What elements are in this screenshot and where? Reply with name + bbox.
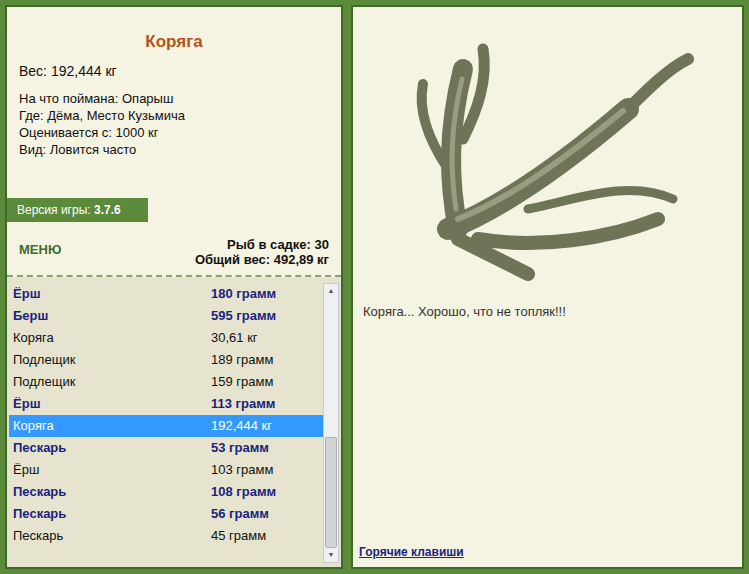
catch-row[interactable]: Подлещик189 грамм xyxy=(9,349,323,371)
details-panel: Коряга Вес: 192,444 кг На что поймана: Опа… xyxy=(7,7,341,277)
fish-name: Пескарь xyxy=(13,504,211,524)
fish-weight: 189 грамм xyxy=(211,350,273,370)
fish-weight: 56 грамм xyxy=(211,504,269,524)
fish-name: Подлещик xyxy=(13,372,211,392)
fish-weight: 103 грамм xyxy=(211,460,273,480)
scroll-up-button[interactable]: ▲ xyxy=(324,284,338,298)
scroll-down-button[interactable]: ▼ xyxy=(324,548,338,562)
fish-name: Коряга xyxy=(13,328,211,348)
fish-name: Пескарь xyxy=(13,526,211,546)
fish-weight: 108 грамм xyxy=(211,482,276,502)
catch-list-area: Ёрш180 граммБерш595 граммКоряга30,61 кгП… xyxy=(7,277,341,567)
catch-row[interactable]: Пескарь108 грамм xyxy=(9,481,323,503)
fish-name: Ёрш xyxy=(13,284,211,304)
stat-line: Общий вес: 492,89 кг xyxy=(195,252,329,267)
catch-row[interactable]: Пескарь56 грамм xyxy=(9,503,323,525)
scroll-thumb[interactable] xyxy=(325,437,337,548)
fish-details: На что поймана: ОпарышГде: Дёма, Место К… xyxy=(19,90,341,158)
fish-title: Коряга xyxy=(7,29,341,55)
stat-line: Рыб в садке: 30 xyxy=(227,237,329,252)
fish-weight: 45 грамм xyxy=(211,526,266,546)
fish-picture xyxy=(359,31,736,296)
catch-row[interactable]: Ёрш113 грамм xyxy=(9,393,323,415)
detail-line: Оценивается с: 1000 кг xyxy=(19,124,341,141)
fish-weight: 30,61 кг xyxy=(211,328,258,348)
catch-row[interactable]: Коряга30,61 кг xyxy=(9,327,323,349)
catch-row[interactable]: Ёрш180 грамм xyxy=(9,283,323,305)
detail-line: На что поймана: Опарыш xyxy=(19,90,341,107)
fish-weight: 192,444 кг xyxy=(211,416,272,436)
catch-row[interactable]: Пескарь45 грамм xyxy=(9,525,323,547)
left-panel: Коряга Вес: 192,444 кг На что поймана: Опа… xyxy=(5,5,343,569)
catch-row[interactable]: Пескарь53 грамм xyxy=(9,437,323,459)
fish-weight: 53 грамм xyxy=(211,438,269,458)
catch-row[interactable]: Коряга192,444 кг xyxy=(9,415,323,437)
fish-name: Коряга xyxy=(13,416,211,436)
detail-line: Где: Дёма, Место Кузьмича xyxy=(19,107,341,124)
fish-weight: 159 грамм xyxy=(211,372,273,392)
game-window: Коряга Вес: 192,444 кг На что поймана: Опа… xyxy=(0,0,749,574)
right-panel: Коряга... Хорошо, что не топляк!!! Горячи… xyxy=(351,5,744,569)
catch-row[interactable]: Подлещик159 грамм xyxy=(9,371,323,393)
menu-button[interactable]: МЕНЮ xyxy=(19,240,61,260)
fish-name: Берш xyxy=(13,306,211,326)
fish-weight: 180 грамм xyxy=(211,284,276,304)
fish-name: Ёрш xyxy=(13,394,211,414)
fish-name: Подлещик xyxy=(13,350,211,370)
driftwood-icon xyxy=(388,39,708,289)
scroll-track xyxy=(324,298,338,548)
fish-weight: 113 грамм xyxy=(211,394,275,414)
fish-name: Пескарь xyxy=(13,438,211,458)
catch-list: Ёрш180 граммБерш595 граммКоряга30,61 кгП… xyxy=(9,283,323,563)
fish-name: Пескарь xyxy=(13,482,211,502)
fish-name: Ёрш xyxy=(13,460,211,480)
version-bar: Версия игры: 3.7.6 xyxy=(7,198,148,222)
fish-caption: Коряга... Хорошо, что не топляк!!! xyxy=(363,302,736,322)
scrollbar[interactable]: ▲▼ xyxy=(323,283,339,563)
hotkeys-link[interactable]: Горячие клавиши xyxy=(359,543,736,561)
catch-row[interactable]: Берш595 грамм xyxy=(9,305,323,327)
catch-row[interactable]: Ёрш103 грамм xyxy=(9,459,323,481)
fish-weight: 595 грамм xyxy=(211,306,276,326)
detail-line: Вид: Ловится часто xyxy=(19,141,341,158)
fish-weight: Вес: 192,444 кг xyxy=(19,61,341,82)
